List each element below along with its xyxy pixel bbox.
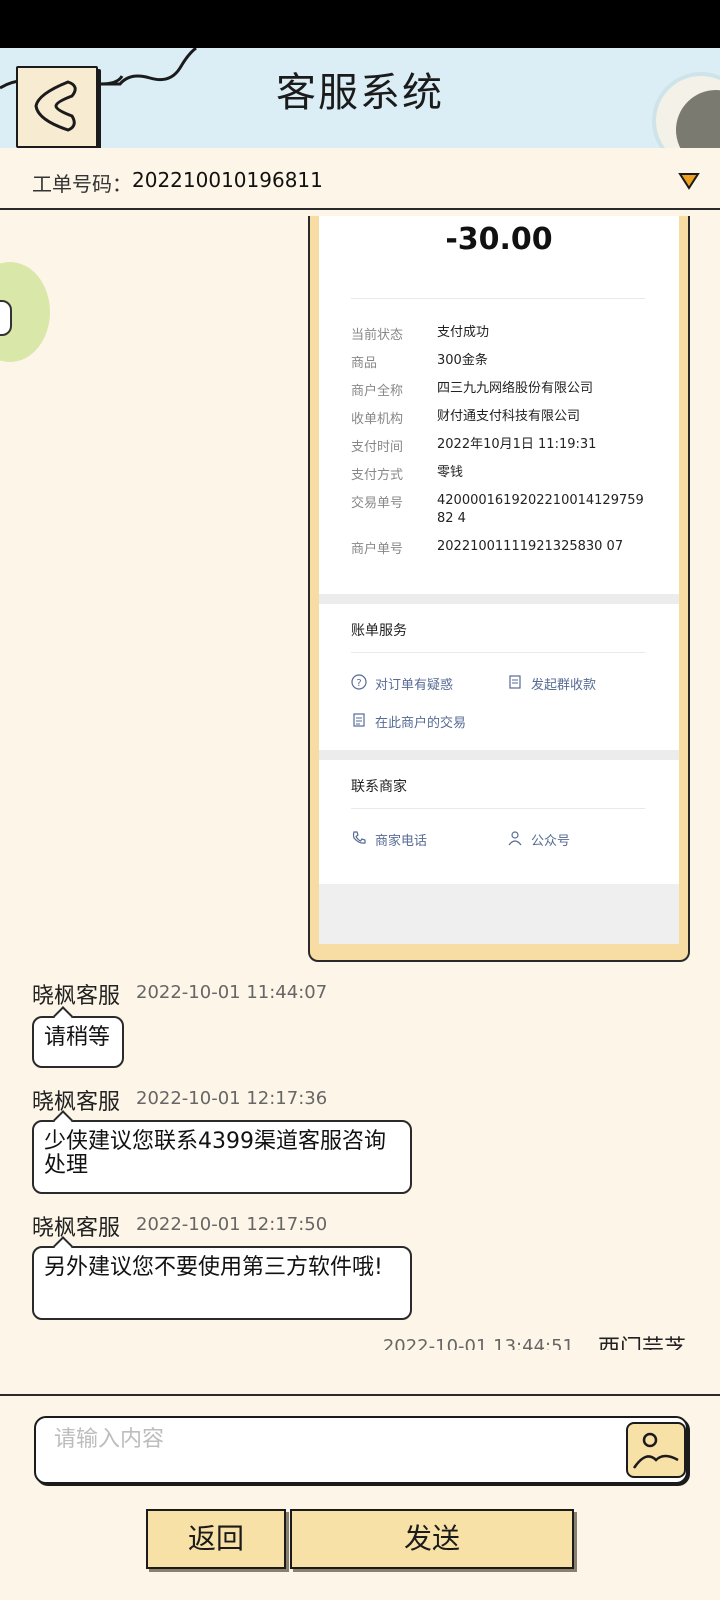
field-key: 当前状态 — [351, 328, 404, 343]
bill-service-title: 账单服务 — [351, 623, 407, 639]
section-band — [319, 750, 679, 760]
field-value: 420000161920221001412975982 4 — [437, 493, 644, 526]
section-band — [319, 594, 679, 604]
merchant-trades-label: 在此商户的交易 — [375, 716, 467, 731]
section-divider — [351, 652, 645, 653]
order-doubt-label: 对订单有疑惑 — [375, 678, 454, 693]
message-time: 2022-10-01 13:44:51 — [382, 1336, 574, 1350]
app-header: 客服系统 — [0, 48, 720, 148]
field-key: 支付方式 — [351, 468, 404, 483]
message-bubble[interactable]: 另外建议您不要使用第三方软件哦! — [32, 1246, 412, 1320]
partial-message-header: 2022-10-01 13:44:51 西门芸芝 — [0, 1318, 720, 1350]
floating-assistant-button[interactable] — [0, 262, 50, 362]
official-account-label: 公众号 — [531, 834, 571, 849]
image-icon — [632, 1432, 679, 1469]
svg-text:?: ? — [356, 678, 361, 689]
field-value: 四三九九网络股份有限公司 — [437, 381, 594, 396]
field-value: 财付通支付科技有限公司 — [437, 409, 581, 424]
message-bubble[interactable]: 少侠建议您联系4399渠道客服咨询处理 — [32, 1120, 412, 1194]
receipt-footer — [319, 884, 679, 944]
message-sender: 晓枫客服 — [32, 1090, 121, 1115]
page-title: 客服系统 — [276, 70, 444, 116]
message-time: 2022-10-01 11:44:07 — [136, 982, 328, 1003]
message-input-box[interactable] — [34, 1416, 688, 1484]
status-bar — [0, 0, 720, 48]
image-upload-button[interactable] — [626, 1422, 686, 1478]
message-bubble[interactable]: 请稍等 — [32, 1016, 124, 1068]
field-value: 支付成功 — [437, 325, 490, 340]
send-button[interactable]: 发送 — [290, 1509, 574, 1569]
receipt-paper: -30.00 当前状态 支付成功 商品 300金条 商户全称 四三九九网络股份有限公司… — [319, 216, 679, 944]
question-circle-icon: ? — [351, 674, 367, 690]
field-value: 2022年10月1日 11:19:31 — [437, 437, 597, 452]
controller-icon — [0, 300, 12, 336]
field-value: 20221001111921325830 07 — [437, 539, 624, 554]
field-key: 收单机构 — [351, 412, 404, 427]
section-divider — [351, 808, 645, 809]
group-pay-label: 发起群收款 — [531, 678, 597, 693]
input-divider — [0, 1394, 720, 1396]
ticket-number: 202210010196811 — [132, 168, 323, 192]
field-key: 支付时间 — [351, 440, 404, 455]
contact-merchant-title: 联系商家 — [351, 779, 407, 795]
message-time: 2022-10-01 12:17:50 — [136, 1214, 328, 1235]
phone-icon — [352, 831, 366, 844]
field-value: 300金条 — [437, 353, 488, 368]
list-document-icon — [353, 713, 365, 727]
document-icon — [509, 675, 521, 689]
message-sender: 晓枫客服 — [32, 984, 121, 1009]
receipt-amount: -30.00 — [445, 222, 553, 257]
field-key: 商户全称 — [351, 384, 404, 399]
back-button[interactable]: 返回 — [146, 1509, 286, 1569]
field-key: 商户单号 — [351, 542, 404, 557]
message-sender: 晓枫客服 — [32, 1216, 121, 1241]
field-key: 交易单号 — [351, 496, 404, 511]
person-icon — [508, 831, 522, 846]
payment-receipt-image[interactable]: -30.00 当前状态 支付成功 商品 300金条 商户全称 四三九九网络股份有限公司… — [308, 216, 690, 962]
ticket-row: 工单号码： 202210010196811 — [0, 150, 720, 210]
field-value: 零钱 — [437, 465, 464, 480]
merchant-phone-label: 商家电话 — [375, 834, 428, 849]
avatar-face — [676, 90, 720, 148]
message-time: 2022-10-01 12:17:36 — [136, 1088, 328, 1109]
message-input[interactable] — [52, 1424, 616, 1454]
ticket-label: 工单号码： — [32, 172, 132, 196]
receipt-divider — [351, 298, 645, 299]
field-key: 商品 — [351, 356, 378, 371]
message-sender: 西门芸芝 — [597, 1336, 686, 1350]
ticket-divider — [0, 208, 720, 210]
dropdown-triangle-icon[interactable] — [678, 172, 700, 190]
